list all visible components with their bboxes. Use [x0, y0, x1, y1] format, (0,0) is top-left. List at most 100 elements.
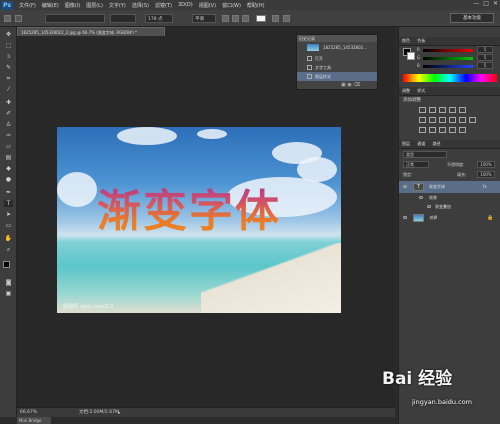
eraser-tool-icon[interactable]: ▱: [4, 143, 13, 150]
brightness-icon[interactable]: [419, 107, 426, 113]
channel-mixer-icon[interactable]: [459, 117, 466, 123]
history-snapshot[interactable]: 1825285_14532802...: [297, 42, 377, 53]
posterize-icon[interactable]: [429, 127, 436, 133]
opacity-field[interactable]: 100%: [477, 161, 495, 168]
fx-icon[interactable]: fx: [483, 181, 487, 193]
layer-effects-row[interactable]: 效果: [399, 193, 500, 202]
warp-text-icon[interactable]: [272, 15, 279, 22]
tab-color[interactable]: 颜色: [399, 38, 413, 43]
workspace-select[interactable]: 基本功能: [450, 13, 494, 23]
menu-view[interactable]: 视图(V): [196, 2, 219, 9]
hue-saturation-icon[interactable]: [419, 117, 426, 123]
tab-layers[interactable]: 图层: [399, 141, 413, 146]
history-item[interactable]: 文字工具: [297, 63, 377, 72]
green-slider[interactable]: [423, 57, 473, 60]
eye-icon[interactable]: [427, 205, 431, 208]
document-tab[interactable]: 1825285_145328022_2.jpg @ 66.7% (渐变字体, R…: [17, 27, 165, 36]
move-tool-icon[interactable]: ✥: [4, 31, 13, 38]
camera-icon[interactable]: ◉: [347, 82, 351, 88]
shape-tool-icon[interactable]: ▭: [4, 222, 13, 229]
font-size-select[interactable]: 178 点: [145, 14, 173, 23]
tab-paths[interactable]: 路径: [430, 141, 444, 146]
quick-select-tool-icon[interactable]: ✎: [4, 64, 13, 71]
color-balance-icon[interactable]: [429, 117, 436, 123]
character-panel-icon[interactable]: [283, 15, 290, 22]
align-left-icon[interactable]: [222, 15, 229, 22]
font-style-select[interactable]: [110, 14, 136, 23]
blue-value-field[interactable]: 5: [477, 62, 493, 69]
layer-row-background[interactable]: 背景 🔒: [399, 212, 500, 224]
history-tab[interactable]: 历史记录: [297, 35, 377, 42]
fill-field[interactable]: 100%: [477, 171, 495, 178]
gradient-text-layer[interactable]: 渐变字体: [97, 175, 281, 239]
layer-filter-select[interactable]: 类型: [403, 151, 447, 158]
close-button[interactable]: ✕: [493, 0, 498, 7]
gradient-tool-icon[interactable]: ▤: [4, 154, 13, 161]
path-select-tool-icon[interactable]: ➤: [4, 211, 13, 218]
crop-tool-icon[interactable]: ⌗: [4, 75, 13, 82]
black-white-icon[interactable]: [439, 117, 446, 123]
history-item-selected[interactable]: 图层样式: [297, 72, 377, 81]
tab-channels[interactable]: 通道: [414, 141, 428, 146]
menu-type[interactable]: 文字(Y): [106, 2, 129, 9]
eyedropper-tool-icon[interactable]: ⁄: [4, 86, 13, 93]
photo-filter-icon[interactable]: [449, 117, 456, 123]
invert-icon[interactable]: [419, 127, 426, 133]
menu-select[interactable]: 选择(S): [129, 2, 152, 9]
blue-slider[interactable]: [423, 65, 473, 68]
layer-effect-gradient-overlay[interactable]: 渐变叠加: [399, 202, 500, 211]
clone-stamp-tool-icon[interactable]: ♙: [4, 121, 13, 128]
background-color-swatch[interactable]: [407, 52, 415, 60]
levels-icon[interactable]: [429, 107, 436, 113]
hand-tool-icon[interactable]: ✋: [4, 235, 13, 242]
menu-window[interactable]: 窗口(W): [219, 2, 244, 9]
history-item[interactable]: 打开: [297, 54, 377, 63]
screen-mode-icon[interactable]: ▣: [4, 290, 13, 297]
history-brush-tool-icon[interactable]: ✑: [4, 132, 13, 139]
type-tool-preset-icon[interactable]: [4, 15, 11, 22]
menu-edit[interactable]: 编辑(E): [39, 2, 62, 9]
green-value-field[interactable]: 5: [477, 54, 493, 61]
menu-3d[interactable]: 3D(D): [175, 2, 196, 8]
menu-layer[interactable]: 图层(L): [83, 2, 106, 9]
menu-filter[interactable]: 滤镜(T): [152, 2, 175, 9]
align-center-icon[interactable]: [232, 15, 239, 22]
type-tool-icon[interactable]: T: [4, 200, 13, 207]
menu-file[interactable]: 文件(F): [16, 2, 39, 9]
healing-brush-tool-icon[interactable]: ✚: [4, 99, 13, 106]
blur-tool-icon[interactable]: ◆: [4, 165, 13, 172]
menu-help[interactable]: 帮助(H): [244, 2, 268, 9]
pen-tool-icon[interactable]: ✒: [4, 189, 13, 196]
selective-color-icon[interactable]: [459, 127, 466, 133]
color-lookup-icon[interactable]: [469, 117, 476, 123]
minimize-button[interactable]: —: [473, 0, 479, 7]
tab-swatches[interactable]: 色板: [414, 38, 428, 43]
threshold-icon[interactable]: [439, 127, 446, 133]
red-slider[interactable]: [423, 49, 473, 52]
new-document-icon[interactable]: ▣: [341, 82, 346, 88]
eye-icon[interactable]: [419, 196, 423, 199]
tab-adjustments[interactable]: 调整: [399, 88, 413, 93]
blend-mode-select[interactable]: 正常: [403, 161, 429, 168]
exposure-icon[interactable]: [449, 107, 456, 113]
marquee-tool-icon[interactable]: ⬚: [4, 42, 13, 49]
tab-styles[interactable]: 样式: [414, 88, 428, 93]
text-color-swatch[interactable]: [256, 15, 266, 22]
align-right-icon[interactable]: [242, 15, 249, 22]
color-spectrum-bar[interactable]: [403, 74, 497, 82]
quick-mask-icon[interactable]: ◙: [4, 279, 13, 286]
maximize-button[interactable]: □: [483, 0, 489, 7]
eye-icon[interactable]: [403, 216, 407, 219]
text-orientation-icon[interactable]: [15, 15, 22, 22]
brush-tool-icon[interactable]: ✐: [4, 110, 13, 117]
dodge-tool-icon[interactable]: ●: [4, 176, 13, 183]
mini-bridge-tab[interactable]: Mini Bridge: [17, 417, 51, 424]
canvas-image[interactable]: 渐变字体 昵图网 nipic.com/2.0: [57, 127, 341, 313]
layer-row-gradient-text[interactable]: T 渐变字体 fx: [399, 181, 500, 193]
menu-image[interactable]: 图像(I): [62, 2, 83, 9]
curves-icon[interactable]: [439, 107, 446, 113]
status-menu-arrow-icon[interactable]: ▸: [118, 408, 121, 418]
font-family-select[interactable]: [45, 14, 105, 23]
zoom-tool-icon[interactable]: ⌕: [4, 246, 13, 253]
red-value-field[interactable]: 5: [477, 46, 493, 53]
